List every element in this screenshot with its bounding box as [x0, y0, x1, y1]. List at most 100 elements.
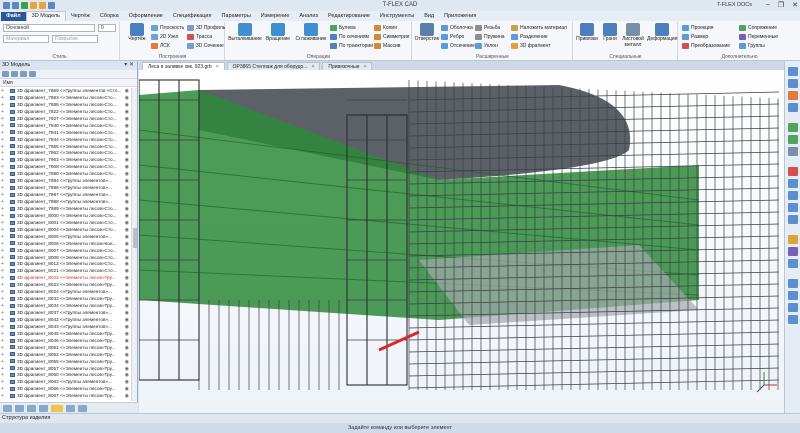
coating-combo[interactable]: Покрытие — [52, 35, 98, 43]
layer-combo[interactable]: Основной — [3, 24, 95, 32]
tree-row[interactable]: 3D фрагмент_8051 <«Элементы лесов»Тру...… — [0, 345, 132, 352]
tree-row[interactable]: 3D фрагмент_8052 <«Элементы лесов»Тру...… — [0, 352, 132, 359]
expand-icon[interactable] — [11, 71, 18, 77]
settings-icon[interactable] — [29, 71, 36, 77]
visibility-icon[interactable]: ◉ — [125, 185, 129, 192]
visibility-icon[interactable]: ◉ — [125, 345, 129, 352]
visibility-icon[interactable]: ◉ — [125, 379, 129, 386]
visibility-icon[interactable]: ◉ — [125, 248, 129, 255]
redo-icon[interactable] — [39, 2, 46, 9]
section-3d-button[interactable]: 3D Сечение — [187, 42, 224, 50]
view-top-icon[interactable] — [788, 191, 798, 200]
apply-material-button[interactable]: Наложить материал — [511, 24, 567, 32]
tree-row[interactable]: 3D фрагмент_7987 <«Группы элементов»... ◉ — [0, 192, 132, 199]
tree-row[interactable]: 3D фрагмент_7980 <«Элементы лесов»Сто...… — [0, 171, 132, 178]
view-iso-icon[interactable] — [788, 215, 798, 224]
fragment-3d-button[interactable]: 3D фрагмент — [511, 42, 551, 50]
open-file-icon[interactable] — [12, 2, 19, 9]
visibility-icon[interactable]: ◉ — [125, 317, 129, 324]
section-icon[interactable] — [788, 147, 798, 156]
visibility-icon[interactable]: ◉ — [125, 255, 129, 262]
tree-row[interactable]: 3D фрагмент_8004 <«Элементы лесов»Сто...… — [0, 227, 132, 234]
visibility-icon[interactable]: ◉ — [125, 102, 129, 109]
visibility-icon[interactable]: ◉ — [125, 275, 129, 282]
pattern-button[interactable]: Массив — [374, 42, 400, 50]
visibility-icon[interactable]: ◉ — [125, 164, 129, 171]
rotate-icon[interactable] — [788, 91, 798, 100]
properties-tab-icon[interactable] — [78, 405, 87, 412]
tree-row[interactable]: 3D фрагмент_7883 <«Элементы лесов»Сто...… — [0, 95, 132, 102]
pages-tab-icon[interactable] — [66, 405, 75, 412]
tab-tools[interactable]: Инструменты — [375, 12, 419, 21]
tree-row[interactable]: 3D фрагмент_8067 <«Элементы лесов»Тру...… — [0, 393, 132, 400]
perspective-icon[interactable] — [788, 259, 798, 268]
account-menu[interactable]: T-FLEX DOCs — [717, 2, 752, 8]
print-icon[interactable] — [48, 2, 55, 9]
tree-row[interactable]: 3D фрагмент_7941 <«Элементы лесов»Сто...… — [0, 130, 132, 137]
tab-bom[interactable]: Спецификация — [168, 12, 217, 21]
tab-apps[interactable]: Приложения — [439, 12, 481, 21]
visibility-icon[interactable]: ◉ — [125, 359, 129, 366]
tab-measure[interactable]: Измерение — [256, 12, 295, 21]
tree-row[interactable]: 3D фрагмент_8024 <«Группы элементов»... ◉ — [0, 289, 132, 296]
visibility-icon[interactable]: ◉ — [125, 213, 129, 220]
tree-row[interactable]: 3D фрагмент_7940 <«Элементы лесов»Сто...… — [0, 123, 132, 130]
hide-icon[interactable] — [788, 303, 798, 312]
show-icon[interactable] — [788, 315, 798, 324]
tab-view[interactable]: Вид — [419, 12, 439, 21]
tab-assembly[interactable]: Сборка — [95, 12, 124, 21]
close-button[interactable]: ✕ — [792, 1, 798, 9]
node-2d-button[interactable]: 2D Узел — [151, 33, 178, 41]
path-button[interactable]: Трасса — [187, 33, 212, 41]
boolean-button[interactable]: Булева — [330, 24, 356, 32]
groups-button[interactable]: Группы — [739, 42, 765, 50]
loft-button[interactable]: По сечениям — [330, 33, 369, 41]
visibility-icon[interactable]: ◉ — [125, 150, 129, 157]
zoom-fit-icon[interactable] — [788, 67, 798, 76]
tree-row[interactable]: 3D фрагмент_8063 <«Группы элементов»... ◉ — [0, 379, 132, 386]
tab-annotation[interactable]: Оформление — [124, 12, 168, 21]
elements-tab-icon[interactable] — [39, 405, 48, 412]
3d-scene[interactable] — [139, 70, 784, 413]
visibility-icon[interactable]: ◉ — [125, 282, 129, 289]
shading-icon[interactable] — [788, 123, 798, 132]
wireframe-icon[interactable] — [788, 135, 798, 144]
minimize-button[interactable]: – — [766, 1, 770, 9]
visibility-icon[interactable]: ◉ — [125, 310, 129, 317]
view-front-icon[interactable] — [788, 179, 798, 188]
variables-button[interactable]: Переменные — [739, 33, 778, 41]
visibility-icon[interactable]: ◉ — [125, 130, 129, 137]
draft-button[interactable]: Уклон — [475, 42, 498, 50]
tree-row[interactable]: 3D фрагмент_8046 <«Элементы лесов»Тру...… — [0, 338, 132, 345]
visibility-icon[interactable]: ◉ — [125, 137, 129, 144]
tree-row[interactable]: 3D фрагмент_8012 <«Элементы лесов»Сто...… — [0, 261, 132, 268]
tree-row[interactable]: 3D фрагмент_7944 <«Элементы лесов»Сто...… — [0, 137, 132, 144]
visibility-icon[interactable]: ◉ — [125, 386, 129, 393]
tree-row[interactable]: 3D фрагмент_7988 <«Группы элементов»... ◉ — [0, 199, 132, 206]
revolve-button[interactable]: Вращение — [263, 23, 293, 49]
visibility-icon[interactable]: ◉ — [125, 171, 129, 178]
tree-row[interactable]: 3D фрагмент_7986 <«Группы элементов»... ◉ — [0, 185, 132, 192]
visibility-icon[interactable]: ◉ — [125, 366, 129, 373]
selected-element[interactable] — [378, 330, 420, 352]
visibility-icon[interactable]: ◉ — [125, 331, 129, 338]
scrollbar-thumb[interactable] — [133, 228, 137, 248]
dimension-button[interactable]: Размер — [682, 33, 708, 41]
panel-controls[interactable]: ▾ ✕ — [124, 61, 134, 70]
save-icon[interactable] — [21, 2, 28, 9]
cut-button[interactable]: Отсечение — [441, 42, 475, 50]
camera-icon[interactable] — [788, 167, 798, 176]
tree-row[interactable]: 3D фрагмент_7922 <«Элементы лесов»Сто...… — [0, 109, 132, 116]
visibility-icon[interactable]: ◉ — [125, 199, 129, 206]
constraints-button[interactable]: Привязки — [575, 23, 599, 49]
visibility-icon[interactable]: ◉ — [125, 338, 129, 345]
tab-edit[interactable]: Редактирование — [323, 12, 375, 21]
visibility-icon[interactable]: ◉ — [125, 234, 129, 241]
visibility-icon[interactable]: ◉ — [125, 303, 129, 310]
tab-3d-model[interactable]: 3D Модель — [25, 11, 66, 21]
product-structure-tab[interactable]: Структура изделия — [0, 413, 800, 423]
lcs-button[interactable]: ЛСК — [151, 42, 170, 50]
visibility-icon[interactable]: ◉ — [125, 268, 129, 275]
copy-button[interactable]: Копия — [374, 24, 397, 32]
plane-button[interactable]: Плоскость — [151, 24, 184, 32]
